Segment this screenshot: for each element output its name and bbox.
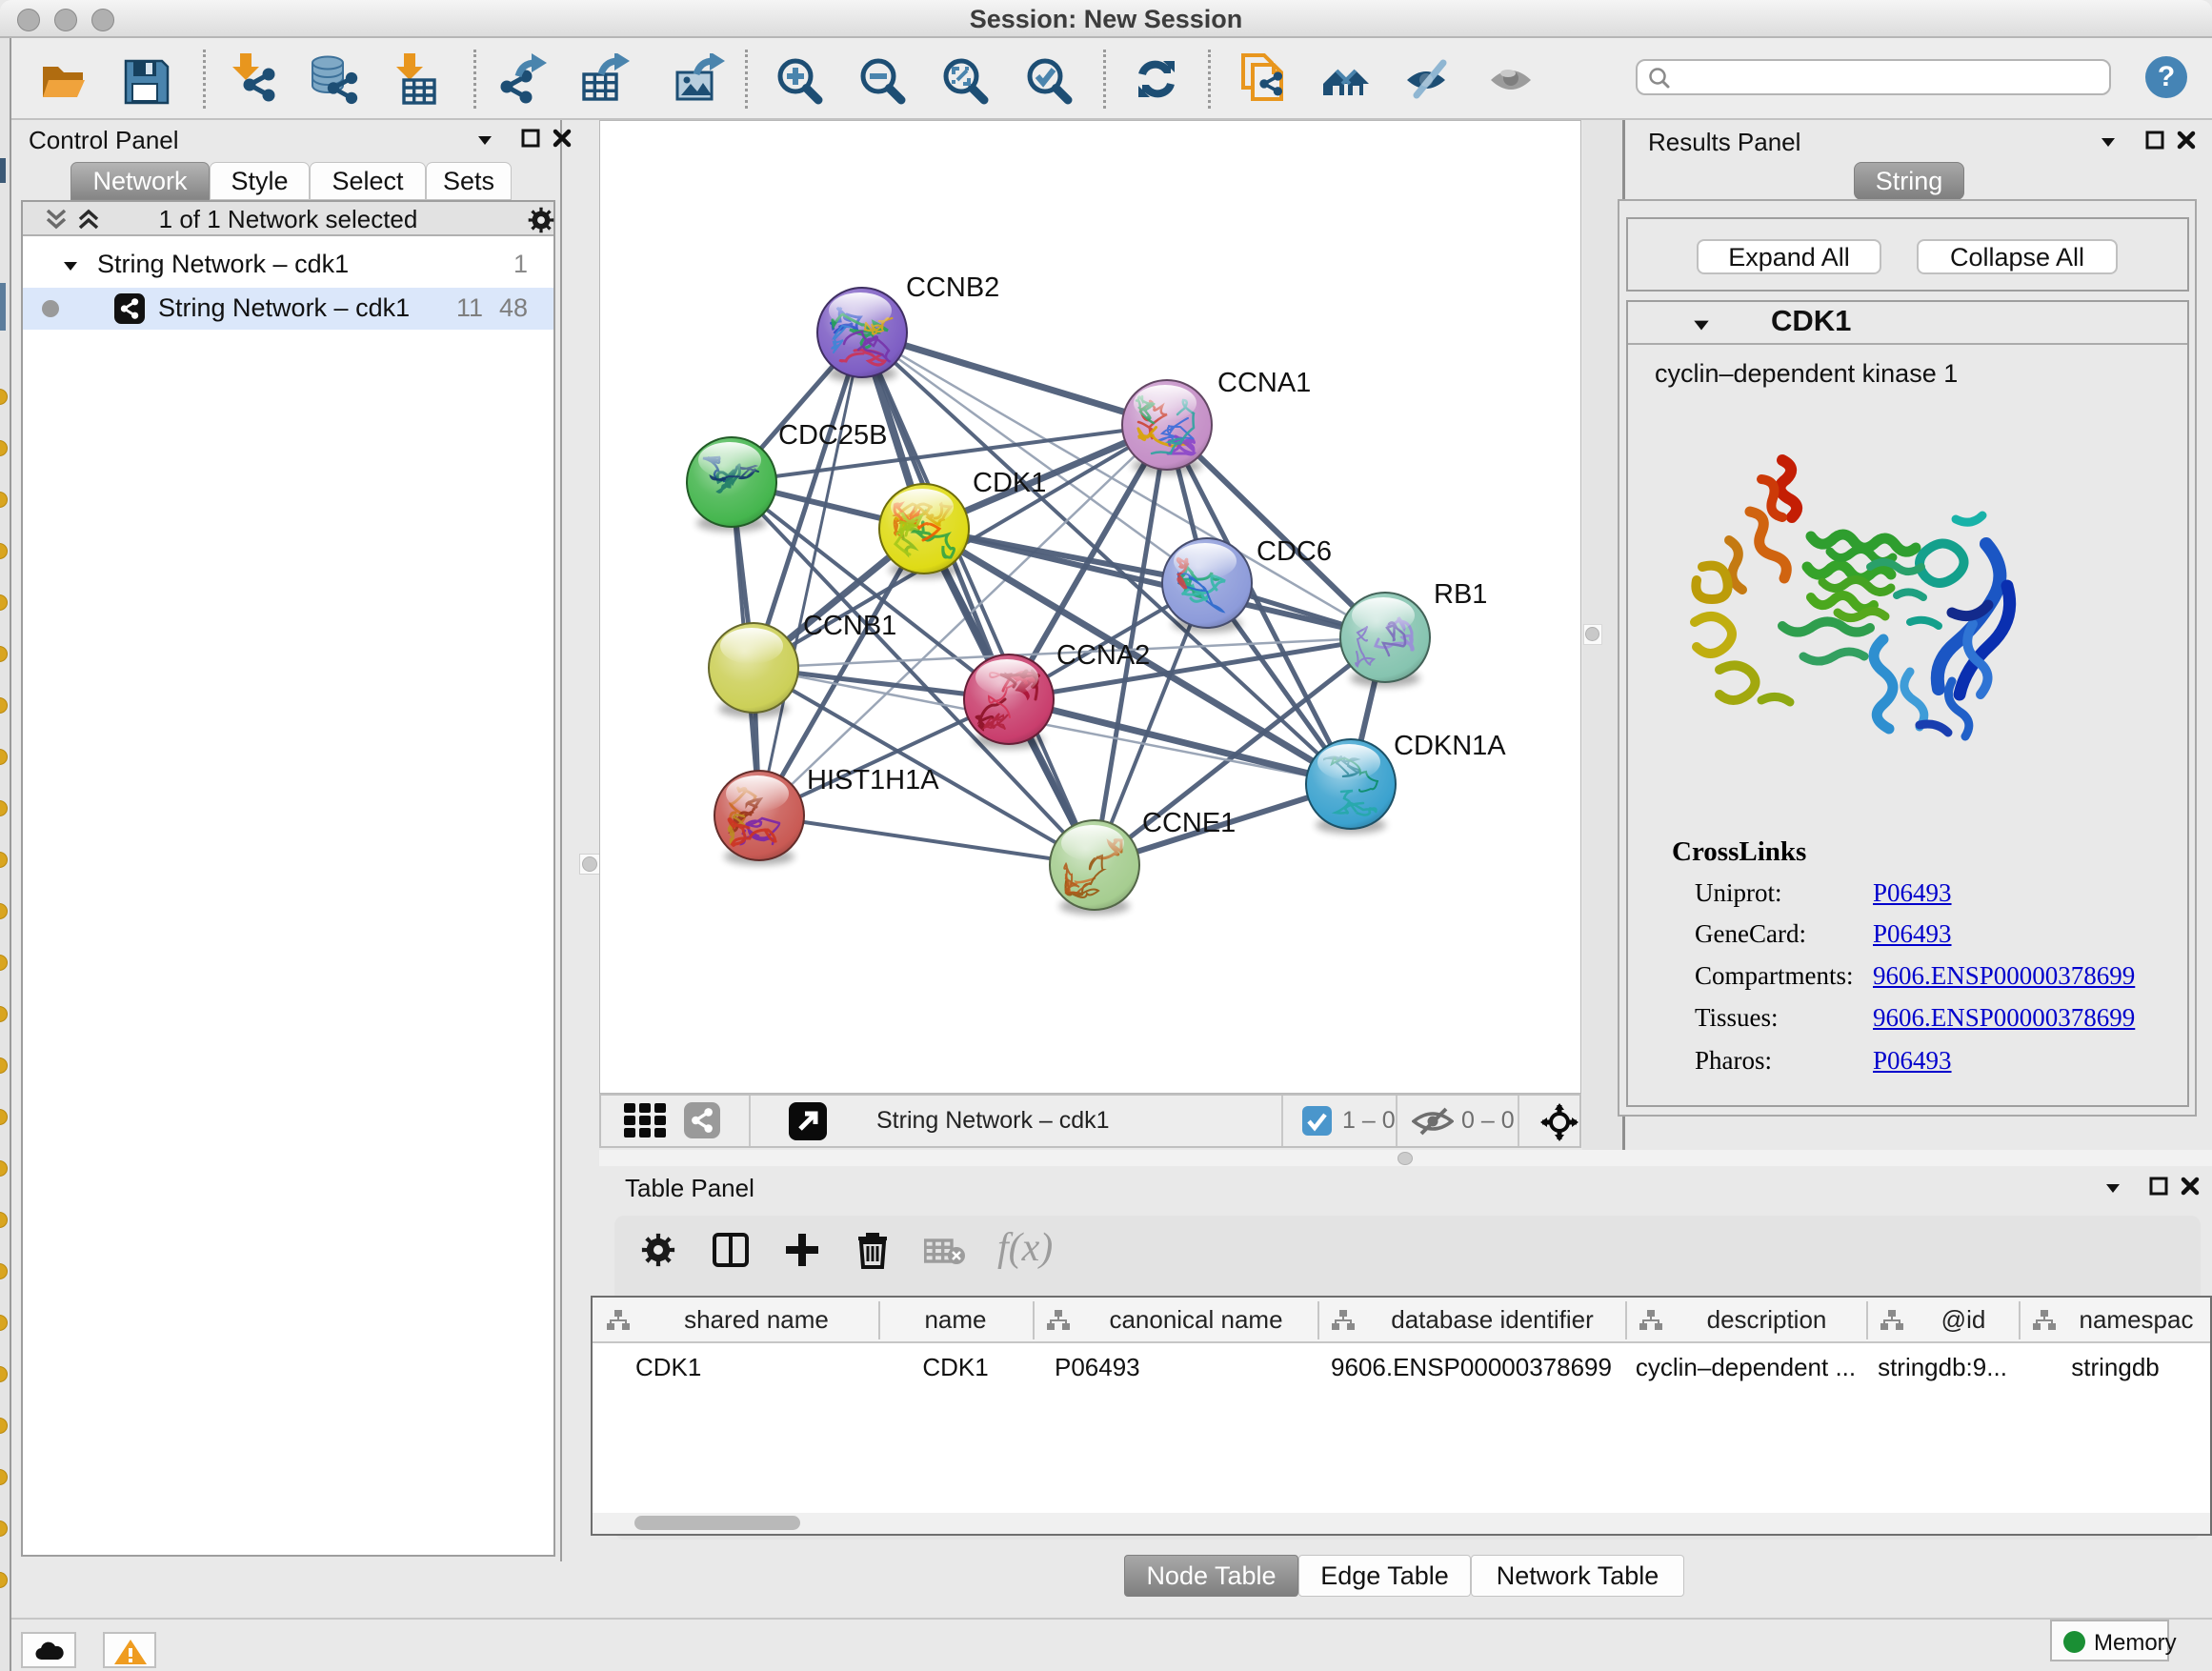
svg-text:CDC6: CDC6 xyxy=(1257,536,1332,567)
svg-text:CDKN1A: CDKN1A xyxy=(1394,731,1506,761)
svg-text:CDC25B: CDC25B xyxy=(778,420,887,451)
svg-text:RB1: RB1 xyxy=(1434,579,1487,610)
svg-text:CCNA1: CCNA1 xyxy=(1217,368,1311,398)
svg-text:CDK1: CDK1 xyxy=(973,468,1046,498)
svg-text:CCNB2: CCNB2 xyxy=(906,272,999,303)
svg-text:CCNB1: CCNB1 xyxy=(803,611,896,641)
svg-text:CCNA2: CCNA2 xyxy=(1056,640,1150,671)
svg-text:CCNE1: CCNE1 xyxy=(1142,808,1236,838)
svg-text:HIST1H1A: HIST1H1A xyxy=(807,765,939,795)
